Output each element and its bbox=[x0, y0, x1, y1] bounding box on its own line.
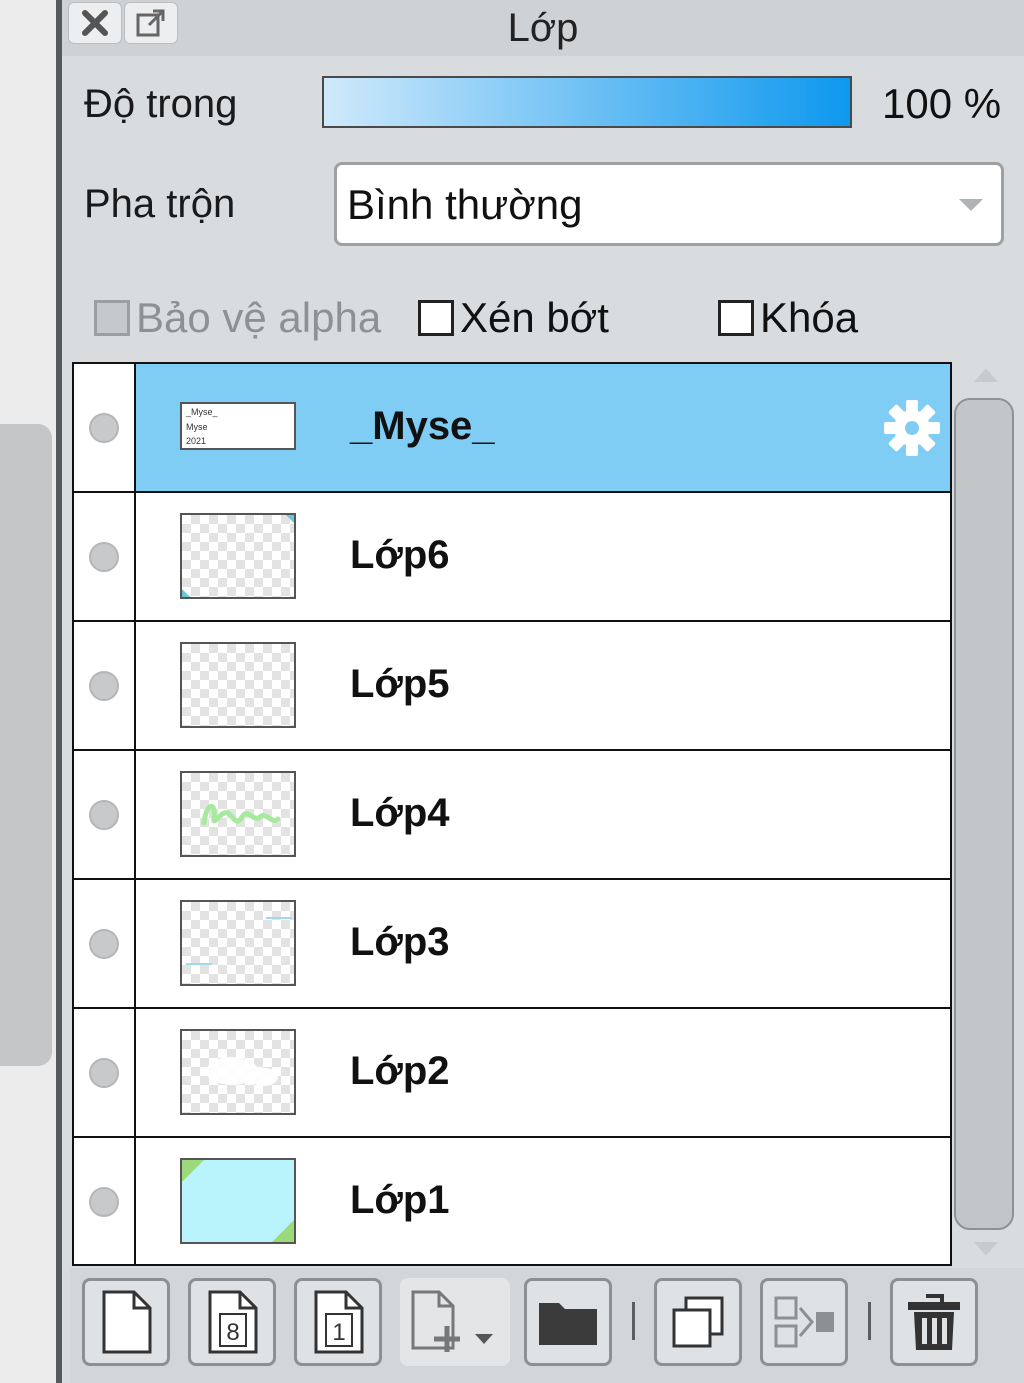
add-layer-menu-icon bbox=[411, 1290, 493, 1352]
blend-mode-value: Bình thường bbox=[347, 181, 583, 228]
layer-toolbar: 8 1 bbox=[70, 1268, 1024, 1383]
blend-mode-select[interactable]: Bình thường bbox=[334, 162, 1004, 246]
layer-name: Lớp2 bbox=[350, 1049, 450, 1093]
svg-text:_Myse_: _Myse_ bbox=[185, 407, 219, 417]
layer-row[interactable]: Lớp2 bbox=[74, 1009, 950, 1138]
clipping-checkbox[interactable] bbox=[418, 300, 454, 336]
lock-label: Khóa bbox=[760, 294, 859, 341]
scroll-up-arrow-icon[interactable] bbox=[974, 368, 998, 382]
blend-mode-label: Pha trộn bbox=[84, 182, 236, 226]
toolbar-separator bbox=[868, 1302, 871, 1340]
merge-down-icon bbox=[774, 1296, 834, 1348]
layer-thumbnail bbox=[180, 771, 296, 857]
svg-text:8: 8 bbox=[226, 1319, 239, 1346]
panel-titlebar: Lớp bbox=[62, 0, 1024, 56]
visibility-icon bbox=[89, 412, 119, 443]
new-8bit-layer-icon: 8 bbox=[208, 1290, 258, 1354]
layer-name: Lớp4 bbox=[350, 791, 450, 835]
layer-row[interactable]: Lớp5 bbox=[74, 622, 950, 751]
layer-row[interactable]: Lớp3 bbox=[74, 880, 950, 1009]
svg-text:1: 1 bbox=[332, 1319, 345, 1346]
layer-row[interactable]: _Myse_ Myse 2021 _Myse_ bbox=[74, 364, 950, 493]
new-8bit-layer-button[interactable]: 8 bbox=[188, 1278, 276, 1366]
layer-thumbnail bbox=[180, 513, 296, 599]
layer-name: _Myse_ bbox=[350, 404, 495, 448]
visibility-icon bbox=[89, 799, 119, 830]
new-folder-icon bbox=[539, 1303, 597, 1345]
layer-row-main[interactable]: _Myse_ Myse 2021 _Myse_ bbox=[136, 364, 950, 491]
layer-name: Lớp1 bbox=[350, 1178, 450, 1222]
layer-thumbnail bbox=[180, 642, 296, 728]
visibility-toggle[interactable] bbox=[74, 880, 136, 1007]
gear-icon[interactable] bbox=[882, 398, 942, 458]
layer-panel: Lớp Độ trong 100 % Pha trộn Bình thường … bbox=[62, 0, 1024, 1383]
layer-name: Lớp3 bbox=[350, 920, 450, 964]
lock-checkbox[interactable] bbox=[718, 300, 754, 336]
clipping-option: Xén bớt bbox=[418, 290, 609, 346]
layer-row-main[interactable]: Lớp1 bbox=[136, 1138, 950, 1264]
layer-row-main[interactable]: Lớp6 bbox=[136, 493, 950, 620]
visibility-toggle[interactable] bbox=[74, 622, 136, 749]
duplicate-layer-button[interactable] bbox=[654, 1278, 742, 1366]
scroll-down-arrow-icon[interactable] bbox=[974, 1242, 998, 1256]
visibility-icon bbox=[89, 1186, 119, 1217]
visibility-icon bbox=[89, 670, 119, 701]
new-layer-button[interactable] bbox=[82, 1278, 170, 1366]
new-1bit-layer-button[interactable]: 1 bbox=[294, 1278, 382, 1366]
toolbar-separator bbox=[632, 1302, 635, 1340]
svg-text:Myse: Myse bbox=[186, 422, 208, 432]
lock-option: Khóa bbox=[718, 290, 858, 346]
opacity-label: Độ trong bbox=[84, 82, 238, 126]
merge-down-button[interactable] bbox=[760, 1278, 848, 1366]
clipping-label: Xén bớt bbox=[460, 294, 609, 341]
visibility-toggle[interactable] bbox=[74, 1009, 136, 1136]
visibility-icon bbox=[89, 928, 119, 959]
add-layer-menu-button[interactable] bbox=[400, 1278, 510, 1366]
protect-alpha-checkbox[interactable] bbox=[94, 300, 130, 336]
trash-icon bbox=[908, 1294, 960, 1350]
layer-row[interactable]: Lớp1 bbox=[74, 1138, 950, 1264]
layer-thumbnail bbox=[180, 1029, 296, 1115]
new-folder-button[interactable] bbox=[524, 1278, 612, 1366]
layer-thumbnail: _Myse_ Myse 2021 bbox=[180, 402, 296, 450]
layer-list: _Myse_ Myse 2021 _Myse_ Lớp6 Lớp5 Lớp4 L… bbox=[72, 362, 952, 1266]
layer-name: Lớp6 bbox=[350, 533, 450, 577]
layer-thumbnail bbox=[180, 1158, 296, 1244]
new-1bit-layer-icon: 1 bbox=[314, 1290, 364, 1354]
visibility-toggle[interactable] bbox=[74, 493, 136, 620]
delete-layer-button[interactable] bbox=[890, 1278, 978, 1366]
protect-alpha-option: Bảo vệ alpha bbox=[94, 290, 381, 346]
visibility-icon bbox=[89, 1057, 119, 1088]
layer-row-main[interactable]: Lớp3 bbox=[136, 880, 950, 1007]
layer-list-scrollbar[interactable] bbox=[954, 398, 1014, 1230]
new-layer-icon bbox=[102, 1290, 152, 1354]
visibility-toggle[interactable] bbox=[74, 751, 136, 878]
opacity-slider[interactable] bbox=[322, 76, 852, 128]
chevron-down-icon bbox=[959, 199, 983, 211]
layer-row-main[interactable]: Lớp5 bbox=[136, 622, 950, 749]
layer-row[interactable]: Lớp4 bbox=[74, 751, 950, 880]
layer-name: Lớp5 bbox=[350, 662, 450, 706]
opacity-value: 100 % bbox=[882, 80, 1002, 127]
visibility-toggle[interactable] bbox=[74, 364, 136, 491]
protect-alpha-label: Bảo vệ alpha bbox=[136, 294, 382, 341]
layer-row-main[interactable]: Lớp4 bbox=[136, 751, 950, 878]
duplicate-layer-icon bbox=[672, 1296, 724, 1348]
layer-thumbnail bbox=[180, 900, 296, 986]
side-panel-handle[interactable] bbox=[0, 424, 52, 1066]
svg-text:2021: 2021 bbox=[186, 436, 206, 446]
layer-row[interactable]: Lớp6 bbox=[74, 493, 950, 622]
visibility-toggle[interactable] bbox=[74, 1138, 136, 1264]
visibility-icon bbox=[89, 541, 119, 572]
layer-row-main[interactable]: Lớp2 bbox=[136, 1009, 950, 1136]
panel-title: Lớp bbox=[507, 6, 579, 50]
